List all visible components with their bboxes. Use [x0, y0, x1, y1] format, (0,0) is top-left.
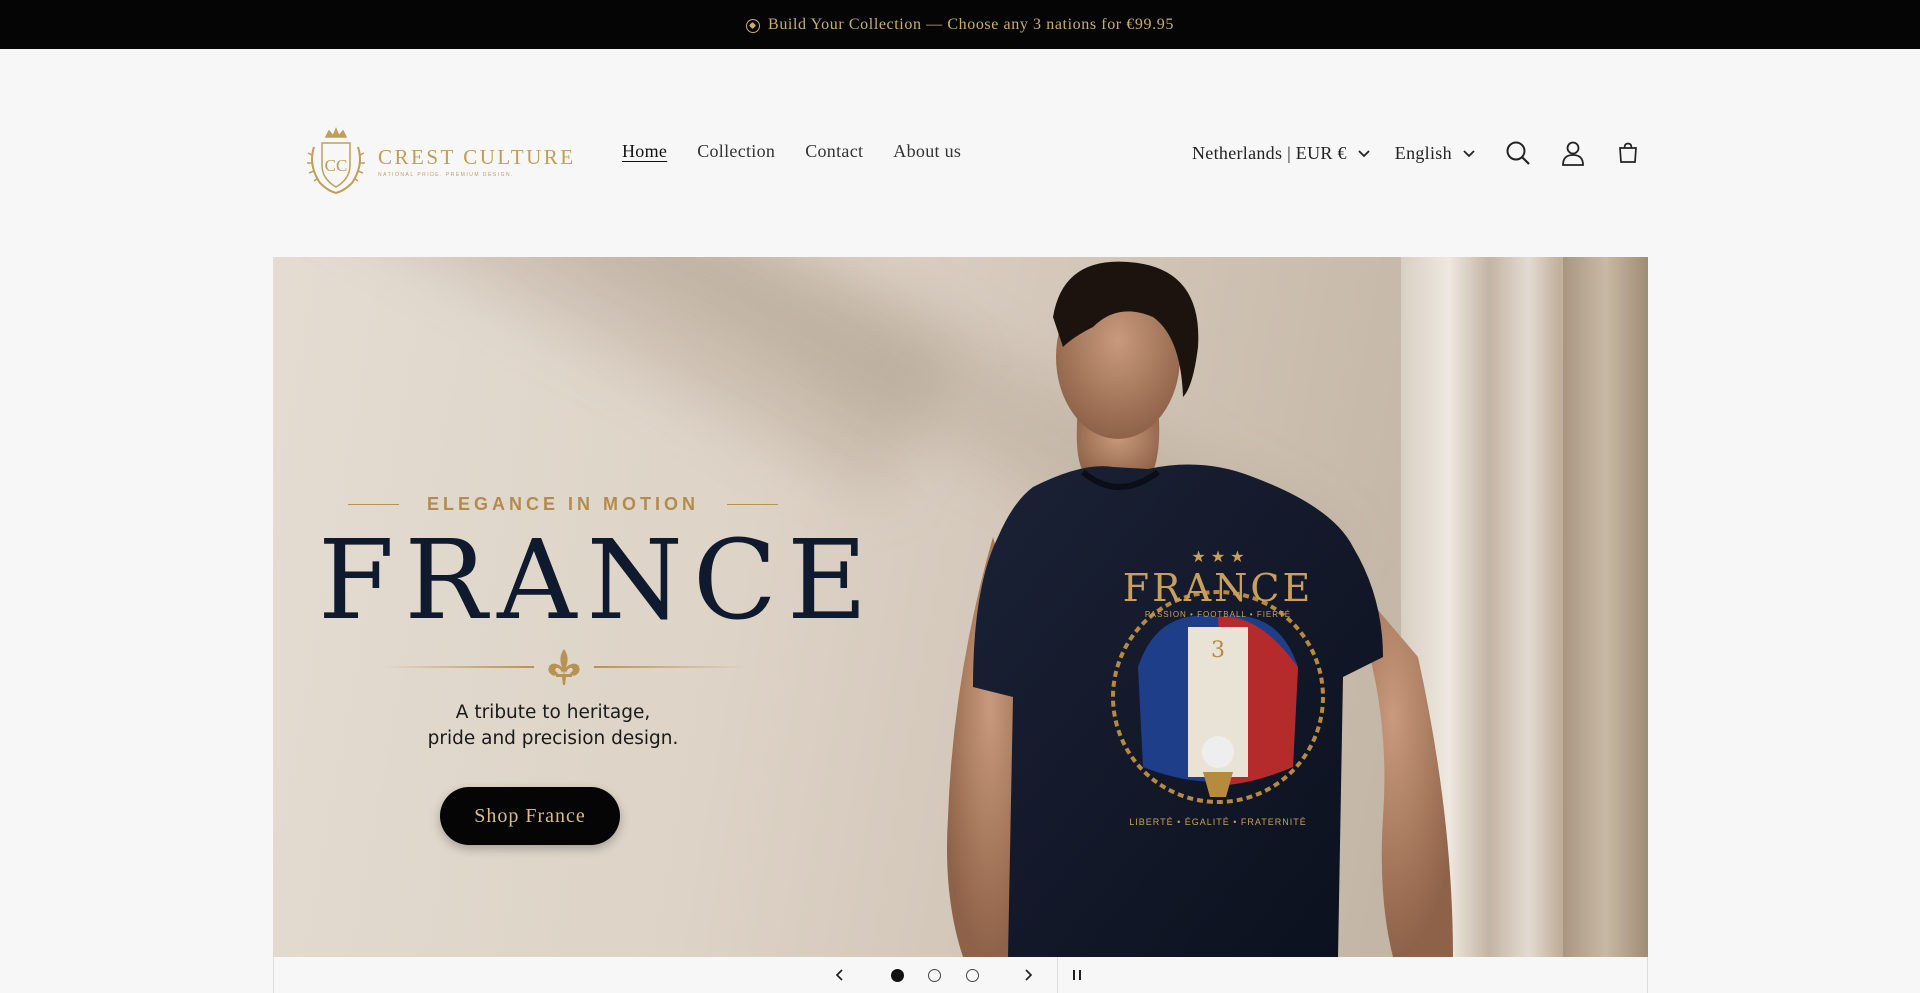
chevron-down-icon [1463, 150, 1475, 158]
site-header: CC CREST CULTURE NATIONAL PRIDE. PREMIUM… [0, 49, 1920, 256]
soccer-ball-icon [746, 18, 761, 33]
announcement-text: Build Your Collection — Choose any 3 nat… [768, 15, 1174, 33]
model-in-france-tshirt-image: FRANCE PASSION • FOOTBALL • FIERTÉ ★ ★ ★… [947, 261, 1453, 957]
shop-france-button[interactable]: Shop France [440, 787, 620, 845]
account-icon [1561, 141, 1584, 166]
slide-dot-2[interactable] [928, 969, 941, 982]
search-icon [1506, 141, 1530, 165]
svg-text:FRANCE: FRANCE [1123, 566, 1313, 610]
fleur-de-lis-divider [381, 647, 746, 687]
main-nav: Home Collection Contact About us [622, 141, 961, 162]
nav-contact[interactable]: Contact [805, 141, 863, 162]
slide-dot-3[interactable] [966, 969, 979, 982]
svg-text:CC: CC [325, 156, 348, 175]
language-label: English [1394, 142, 1452, 163]
svg-text:★ ★ ★: ★ ★ ★ [1191, 547, 1244, 566]
account-button[interactable] [1559, 139, 1587, 167]
logo-name: CREST CULTURE [378, 144, 576, 169]
header-tools: Netherlands | EUR € English [1192, 139, 1642, 167]
previous-slide-button[interactable] [830, 965, 850, 985]
nav-home[interactable]: Home [622, 141, 667, 162]
nav-collection[interactable]: Collection [697, 141, 775, 162]
announcement-bar: Build Your Collection — Choose any 3 nat… [0, 0, 1920, 49]
chevron-down-icon [1358, 150, 1370, 158]
language-selector[interactable]: English [1395, 143, 1476, 164]
country-label: Netherlands | EUR € [1192, 142, 1347, 163]
nav-about-us[interactable]: About us [893, 141, 961, 162]
slider-controls [273, 957, 1648, 993]
crest-logo-icon: CC [307, 127, 365, 194]
fleur-de-lis-icon [547, 649, 580, 685]
chevron-left-icon [835, 969, 843, 981]
svg-text:LIBERTÉ • ÉGALITÉ • FRATERNITÉ: LIBERTÉ • ÉGALITÉ • FRATERNITÉ [1129, 817, 1307, 827]
pause-icon [1073, 970, 1081, 980]
pause-slideshow-button[interactable] [1067, 965, 1087, 985]
hero-title: FRANCE [318, 516, 878, 644]
hero-slide: FRANCE PASSION • FOOTBALL • FIERTÉ ★ ★ ★… [273, 257, 1648, 957]
next-slide-button[interactable] [1018, 965, 1038, 985]
svg-text:PASSION • FOOTBALL • FIERTÉ: PASSION • FOOTBALL • FIERTÉ [1145, 610, 1291, 619]
slide-dot-1[interactable] [891, 969, 904, 982]
cart-icon [1618, 142, 1637, 163]
hero-subtitle: A tribute to heritage, pride and precisi… [427, 702, 679, 749]
chevron-right-icon [1025, 969, 1033, 981]
logo[interactable]: CC CREST CULTURE NATIONAL PRIDE. PREMIUM… [300, 127, 573, 195]
cart-button[interactable] [1614, 139, 1642, 167]
controls-divider [1057, 957, 1058, 993]
country-selector[interactable]: Netherlands | EUR € [1192, 143, 1371, 164]
svg-text:3: 3 [1211, 638, 1225, 663]
logo-tagline: NATIONAL PRIDE. PREMIUM DESIGN. [378, 171, 514, 178]
wall-pillar [1563, 257, 1648, 957]
search-button[interactable] [1504, 139, 1532, 167]
hero-eyebrow: ELEGANCE IN MOTION [348, 494, 779, 515]
hero-text-block: ELEGANCE IN MOTION FRANCE A tribute to h… [273, 257, 873, 957]
